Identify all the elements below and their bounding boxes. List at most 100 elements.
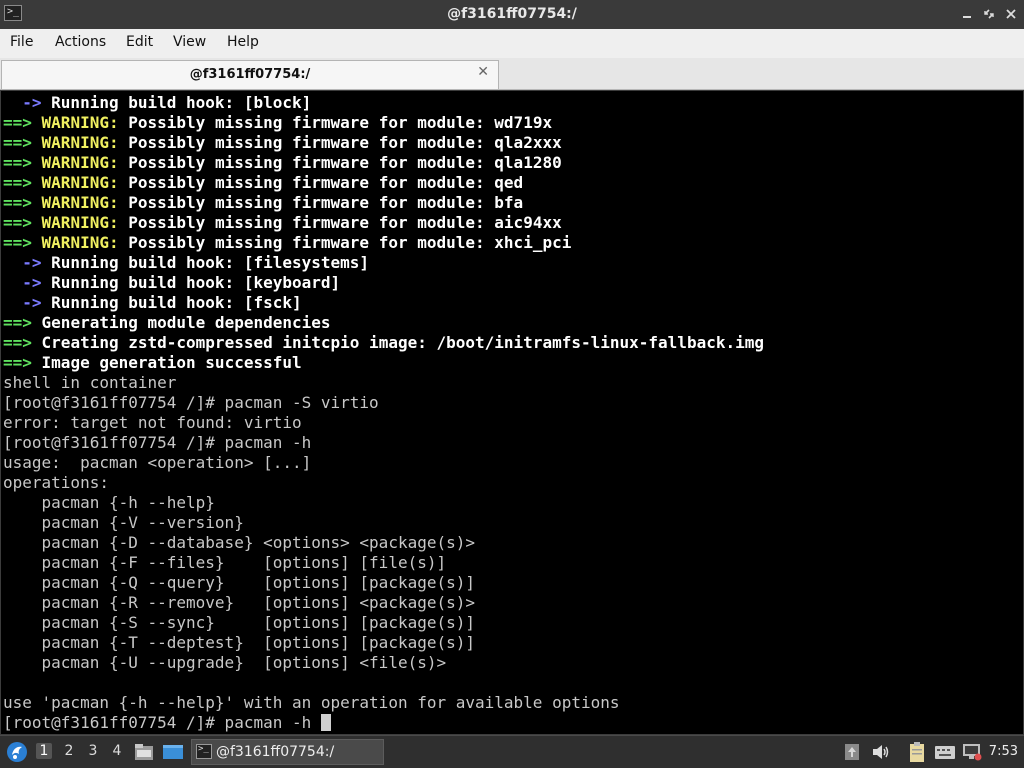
terminal-line: pacman {-S --sync} [options] [package(s)…	[3, 613, 475, 633]
start-menu-icon[interactable]	[5, 740, 29, 768]
terminal-line: [root@f3161ff07754 /]# pacman -h	[3, 713, 331, 733]
terminal-text: WARNING:	[31, 113, 119, 132]
terminal-text: pacman {-Q --query} [options] [package(s…	[3, 573, 476, 592]
terminal-text: pacman {-D --database} <options> <packag…	[3, 533, 476, 552]
volume-icon[interactable]	[871, 742, 891, 766]
menu-file[interactable]: File	[10, 34, 33, 50]
terminal-line: ==> WARNING: Possibly missing firmware f…	[3, 153, 562, 173]
terminal-text: WARNING:	[31, 173, 119, 192]
terminal-text: usage: pacman <operation> [...]	[3, 453, 312, 472]
terminal-line: pacman {-F --files} [options] [file(s)]	[3, 553, 447, 573]
terminal-text: Running build hook: [filesystems]	[41, 253, 370, 272]
upload-icon[interactable]	[843, 742, 861, 766]
terminal-text: ->	[22, 293, 42, 312]
terminal-line: pacman {-D --database} <options> <packag…	[3, 533, 475, 553]
terminal-text: WARNING:	[31, 213, 119, 232]
workspace-4[interactable]: 4	[109, 743, 125, 759]
terminal-text: Generating module dependencies	[31, 313, 331, 332]
terminal-text: WARNING:	[31, 233, 119, 252]
title-bar[interactable]: >_ @f3161ff07754:/	[0, 0, 1024, 29]
tab-label: @f3161ff07754:/	[189, 67, 311, 82]
terminal-text: pacman {-T --deptest} [options] [package…	[3, 633, 476, 652]
file-manager-icon[interactable]	[134, 742, 154, 766]
terminal-text: pacman {-V --version}	[3, 513, 244, 532]
terminal-line: error: target not found: virtio	[3, 413, 302, 433]
menu-view[interactable]: View	[173, 34, 206, 50]
terminal-text: Possibly missing firmware for module: ql…	[118, 153, 562, 172]
terminal-text: Possibly missing firmware for module: ql…	[118, 133, 562, 152]
terminal-text: shell in container	[3, 373, 177, 392]
terminal-tab[interactable]: @f3161ff07754:/ ✕	[1, 60, 499, 89]
menu-edit[interactable]: Edit	[126, 34, 153, 50]
terminal-text: Possibly missing firmware for module: bf…	[118, 193, 524, 212]
terminal-line: shell in container	[3, 373, 176, 393]
terminal-text: ->	[22, 253, 42, 272]
terminal-line: pacman {-h --help}	[3, 493, 215, 513]
terminal-line: ==> WARNING: Possibly missing firmware f…	[3, 213, 562, 233]
terminal-line: ==> WARNING: Possibly missing firmware f…	[3, 113, 552, 133]
terminal-line: pacman {-V --version}	[3, 513, 244, 533]
terminal-output[interactable]: -> Running build hook: [block] ==> WARNIN…	[0, 90, 1024, 735]
terminal-text: WARNING:	[31, 193, 119, 212]
terminal-text: ==>	[3, 333, 32, 352]
terminal-line: -> Running build hook: [keyboard]	[3, 273, 340, 293]
text-cursor	[320, 714, 331, 731]
minimize-icon[interactable]	[958, 5, 976, 23]
terminal-text: Running build hook: [keyboard]	[41, 273, 341, 292]
terminal-line: [root@f3161ff07754 /]# pacman -S virtio	[3, 393, 379, 413]
terminal-task-icon: >_	[196, 744, 212, 759]
terminal-text: Possibly missing firmware for module: wd…	[118, 113, 553, 132]
terminal-line: pacman {-T --deptest} [options] [package…	[3, 633, 475, 653]
terminal-line: pacman {-R --remove} [options] <package(…	[3, 593, 475, 613]
terminal-text: ==>	[3, 193, 32, 212]
workspace-1[interactable]: 1	[36, 743, 52, 759]
terminal-text: pacman {-U --upgrade} [options] <file(s)…	[3, 653, 447, 672]
terminal-text: error: target not found: virtio	[3, 413, 302, 432]
terminal-line: ==> WARNING: Possibly missing firmware f…	[3, 193, 523, 213]
terminal-text: pacman {-R --remove} [options] <package(…	[3, 593, 476, 612]
terminal-text: Running build hook: [block]	[41, 93, 312, 112]
keyboard-icon[interactable]	[934, 742, 956, 766]
taskbar-terminal-task[interactable]: >_ @f3161ff07754:/	[191, 739, 384, 765]
tab-close-icon[interactable]: ✕	[477, 64, 489, 80]
terminal-text: ==>	[3, 213, 32, 232]
terminal-line: pacman {-Q --query} [options] [package(s…	[3, 573, 475, 593]
terminal-text: ==>	[3, 173, 32, 192]
terminal-text: pacman {-S --sync} [options] [package(s)…	[3, 613, 476, 632]
terminal-text: ==>	[3, 313, 32, 332]
workspace-3[interactable]: 3	[85, 743, 101, 759]
tab-bar: @f3161ff07754:/ ✕	[0, 58, 1024, 90]
terminal-text: ==>	[3, 133, 32, 152]
terminal-line: [root@f3161ff07754 /]# pacman -h	[3, 433, 311, 453]
clipboard-icon[interactable]	[907, 741, 927, 767]
terminal-line: use 'pacman {-h --help}' with an operati…	[3, 693, 620, 713]
terminal-line: ==> Image generation successful	[3, 353, 302, 373]
terminal-line: ==> Generating module dependencies	[3, 313, 331, 333]
close-icon[interactable]	[1002, 5, 1020, 23]
terminal-line: usage: pacman <operation> [...]	[3, 453, 311, 473]
terminal-text: [root@f3161ff07754 /]# pacman -h	[3, 713, 321, 732]
terminal-text: pacman {-F --files} [options] [file(s)]	[3, 553, 447, 572]
terminal-text: pacman {-h --help}	[3, 493, 215, 512]
show-desktop-icon[interactable]	[162, 742, 184, 766]
terminal-line: -> Running build hook: [fsck]	[3, 293, 302, 313]
terminal-line: ==> WARNING: Possibly missing firmware f…	[3, 173, 523, 193]
maximize-icon[interactable]	[980, 5, 998, 23]
workspace-2[interactable]: 2	[61, 743, 77, 759]
terminal-line: ==> WARNING: Possibly missing firmware f…	[3, 133, 562, 153]
menu-actions[interactable]: Actions	[55, 34, 106, 50]
taskbar: 1 2 3 4 >_ @f3161ff07754:/ 7:53	[0, 735, 1024, 768]
terminal-line: operations:	[3, 473, 109, 493]
terminal-text: WARNING:	[31, 133, 119, 152]
menu-bar: File Actions Edit View Help	[0, 29, 1024, 58]
menu-help[interactable]: Help	[227, 34, 259, 50]
network-icon[interactable]	[961, 741, 983, 767]
terminal-text: Running build hook: [fsck]	[41, 293, 302, 312]
terminal-text: operations:	[3, 473, 109, 492]
clock[interactable]: 7:53	[989, 744, 1018, 759]
window-title: @f3161ff07754:/	[447, 6, 577, 22]
terminal-text: WARNING:	[31, 153, 119, 172]
